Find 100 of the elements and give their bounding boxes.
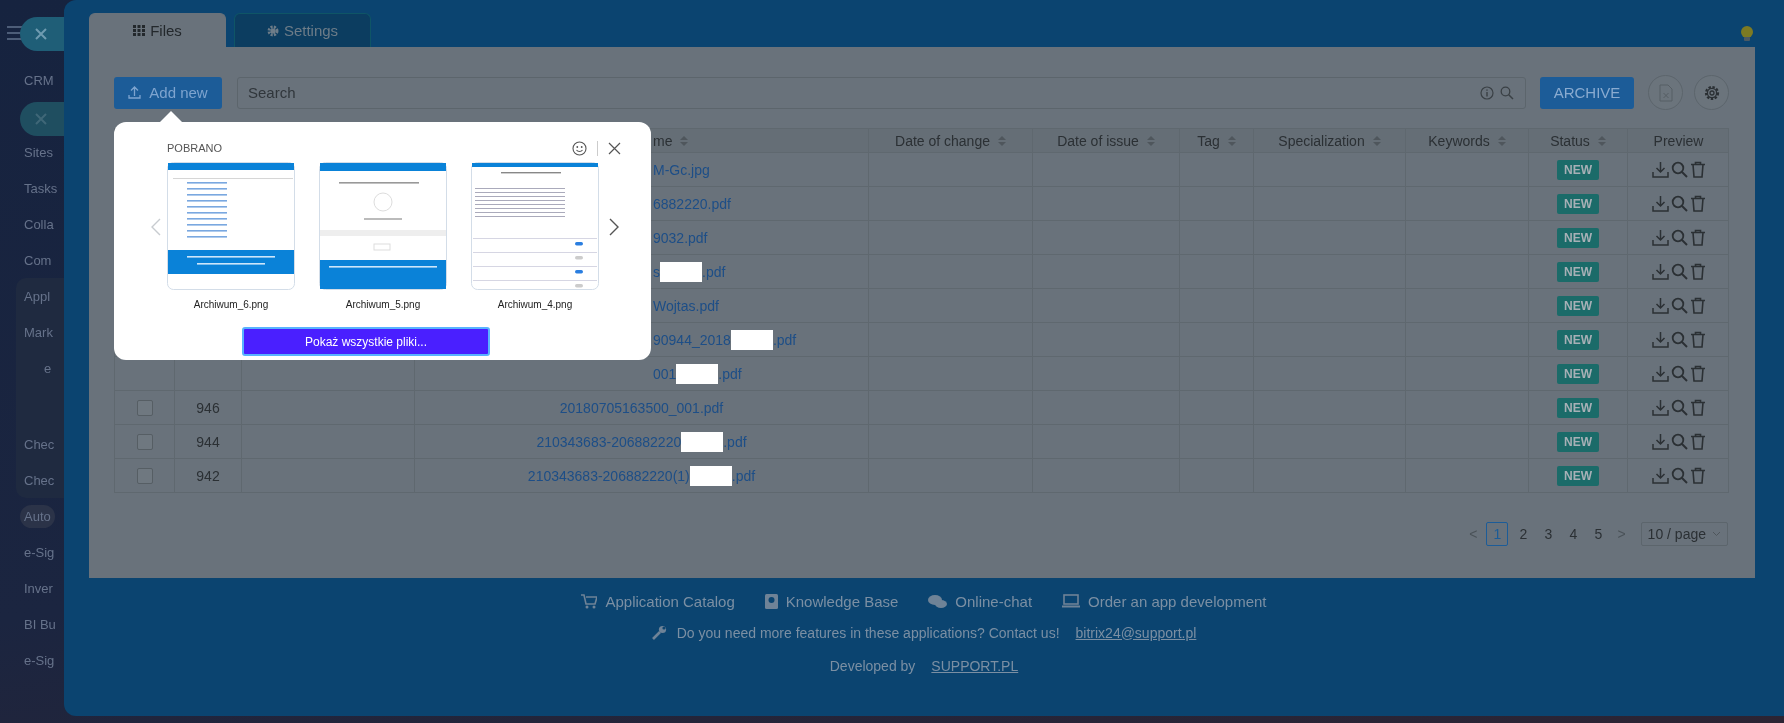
footer-link[interactable]: Application Catalog: [581, 592, 735, 610]
footer-link[interactable]: Online-chat: [928, 592, 1033, 610]
row-checkbox[interactable]: [136, 399, 153, 416]
sidebar-item[interactable]: Colla: [24, 216, 54, 232]
trash-icon[interactable]: [1689, 331, 1706, 348]
sidebar-item[interactable]: Tasks: [24, 180, 58, 196]
sidebar-item[interactable]: Sites: [24, 144, 53, 160]
sidebar-item[interactable]: BI Bu: [24, 616, 56, 632]
row-checkbox[interactable]: [136, 433, 153, 450]
add-new-button[interactable]: Add new: [114, 76, 222, 109]
sidebar-item[interactable]: Chec: [24, 472, 55, 488]
search-icon[interactable]: [1670, 365, 1688, 382]
file-link[interactable]: 20180705163500_001.pdf: [559, 399, 724, 416]
download-icon[interactable]: [1651, 331, 1669, 348]
row-checkbox[interactable]: [136, 467, 153, 484]
footer-link[interactable]: Knowledge Base: [764, 592, 899, 610]
trash-icon[interactable]: [1689, 399, 1706, 416]
file-link[interactable]: 210343683-206882220(1): [527, 467, 690, 484]
sort-icon[interactable]: [1146, 134, 1155, 147]
sidebar-item[interactable]: Appl: [24, 288, 51, 304]
screenshot-thumbnail-drawing[interactable]: [471, 162, 599, 290]
close-button[interactable]: [20, 17, 64, 51]
sort-icon[interactable]: [1597, 134, 1606, 147]
file-link[interactable]: .pdf: [772, 331, 797, 348]
search-icon[interactable]: [1670, 161, 1688, 178]
trash-icon[interactable]: [1689, 195, 1706, 212]
file-link[interactable]: .pdf: [723, 433, 747, 450]
lightbulb-icon[interactable]: [1740, 25, 1754, 43]
column-header[interactable]: Preview: [1653, 132, 1704, 149]
column-header[interactable]: Specialization: [1278, 132, 1365, 149]
search-icon[interactable]: [1670, 399, 1688, 416]
archive-button[interactable]: ARCHIVE: [1540, 76, 1634, 109]
search-icon[interactable]: [1670, 331, 1688, 348]
download-icon[interactable]: [1651, 297, 1669, 314]
tab[interactable]: Files: [89, 13, 226, 47]
search-icon[interactable]: [1670, 433, 1688, 450]
file-link[interactable]: .pdf: [702, 263, 726, 280]
column-header[interactable]: Date of change: [895, 132, 990, 149]
screenshot-thumbnail-drawing[interactable]: [167, 162, 295, 290]
column-header[interactable]: Date of issue: [1057, 132, 1139, 149]
next-page-button[interactable]: >: [1613, 526, 1630, 542]
sidebar-item[interactable]: e-Sig: [24, 544, 55, 560]
sort-icon[interactable]: [998, 134, 1006, 147]
sidebar-item[interactable]: Chec: [24, 436, 55, 452]
previous-page-button[interactable]: <: [1465, 526, 1482, 542]
column-header[interactable]: me: [653, 132, 673, 149]
trash-icon[interactable]: [1689, 263, 1706, 280]
file-link[interactable]: s: [653, 263, 660, 280]
file-link[interactable]: 210343683-206882220: [536, 433, 682, 450]
sidebar-item[interactable]: e-Sig: [24, 652, 55, 668]
file-link[interactable]: 6882220.pdf: [653, 195, 731, 212]
trash-icon[interactable]: [1689, 297, 1706, 314]
download-icon[interactable]: [1651, 433, 1669, 450]
sort-icon[interactable]: [680, 134, 689, 147]
trash-icon[interactable]: [1689, 161, 1706, 178]
settings-button[interactable]: [1694, 75, 1729, 110]
trash-icon[interactable]: [1689, 365, 1706, 382]
search-icon[interactable]: [1670, 263, 1688, 280]
file-link[interactable]: 9032.pdf: [653, 229, 708, 246]
page-button[interactable]: 2: [1513, 523, 1534, 545]
search-icon[interactable]: [1670, 229, 1688, 246]
sort-icon[interactable]: [1372, 134, 1381, 147]
search-icon[interactable]: [1670, 467, 1688, 484]
download-icon[interactable]: [1651, 229, 1669, 246]
download-icon[interactable]: [1651, 161, 1669, 178]
page-size-select[interactable]: 10 / page: [1640, 522, 1728, 546]
file-link[interactable]: .pdf: [718, 365, 742, 382]
sort-icon[interactable]: [1227, 134, 1236, 147]
column-header[interactable]: Status: [1550, 132, 1590, 149]
show-all-files-button[interactable]: Pokaż wszystkie pliki...: [242, 327, 490, 356]
download-icon[interactable]: [1651, 263, 1669, 280]
search-icon[interactable]: [1500, 85, 1514, 100]
page-button[interactable]: 5: [1588, 523, 1609, 545]
column-header[interactable]: Keywords: [1428, 132, 1490, 149]
search-field[interactable]: Search: [237, 76, 1526, 109]
company-link[interactable]: SUPPORT.PL: [931, 657, 1019, 674]
sidebar-item[interactable]: Inver: [24, 580, 53, 596]
email-link[interactable]: bitrix24@support.pl: [1075, 624, 1197, 641]
tab[interactable]: Settings: [234, 13, 371, 47]
close-button[interactable]: [20, 102, 64, 136]
download-icon[interactable]: [1651, 399, 1669, 416]
page-button[interactable]: 4: [1563, 523, 1584, 545]
download-icon[interactable]: [1651, 467, 1669, 484]
trash-icon[interactable]: [1689, 467, 1706, 484]
sidebar-item[interactable]: Mark: [24, 324, 53, 340]
sidebar-item[interactable]: CRM: [24, 72, 54, 88]
footer-link[interactable]: Order an app development: [1062, 592, 1267, 610]
screenshot-thumbnail-drawing[interactable]: [319, 162, 447, 290]
download-icon[interactable]: [1651, 365, 1669, 382]
column-header[interactable]: Tag: [1197, 132, 1220, 149]
sidebar-item[interactable]: Auto: [20, 504, 55, 528]
file-link[interactable]: 90944_2018: [653, 331, 731, 348]
sort-icon[interactable]: [1497, 134, 1506, 147]
sidebar-item[interactable]: e: [44, 360, 52, 376]
file-link[interactable]: Wojtas.pdf: [653, 297, 719, 314]
smiley-icon[interactable]: [572, 140, 587, 156]
search-icon[interactable]: [1670, 297, 1688, 314]
file-link[interactable]: .pdf: [731, 467, 756, 484]
page-button[interactable]: 1: [1486, 522, 1509, 546]
trash-icon[interactable]: [1689, 229, 1706, 246]
